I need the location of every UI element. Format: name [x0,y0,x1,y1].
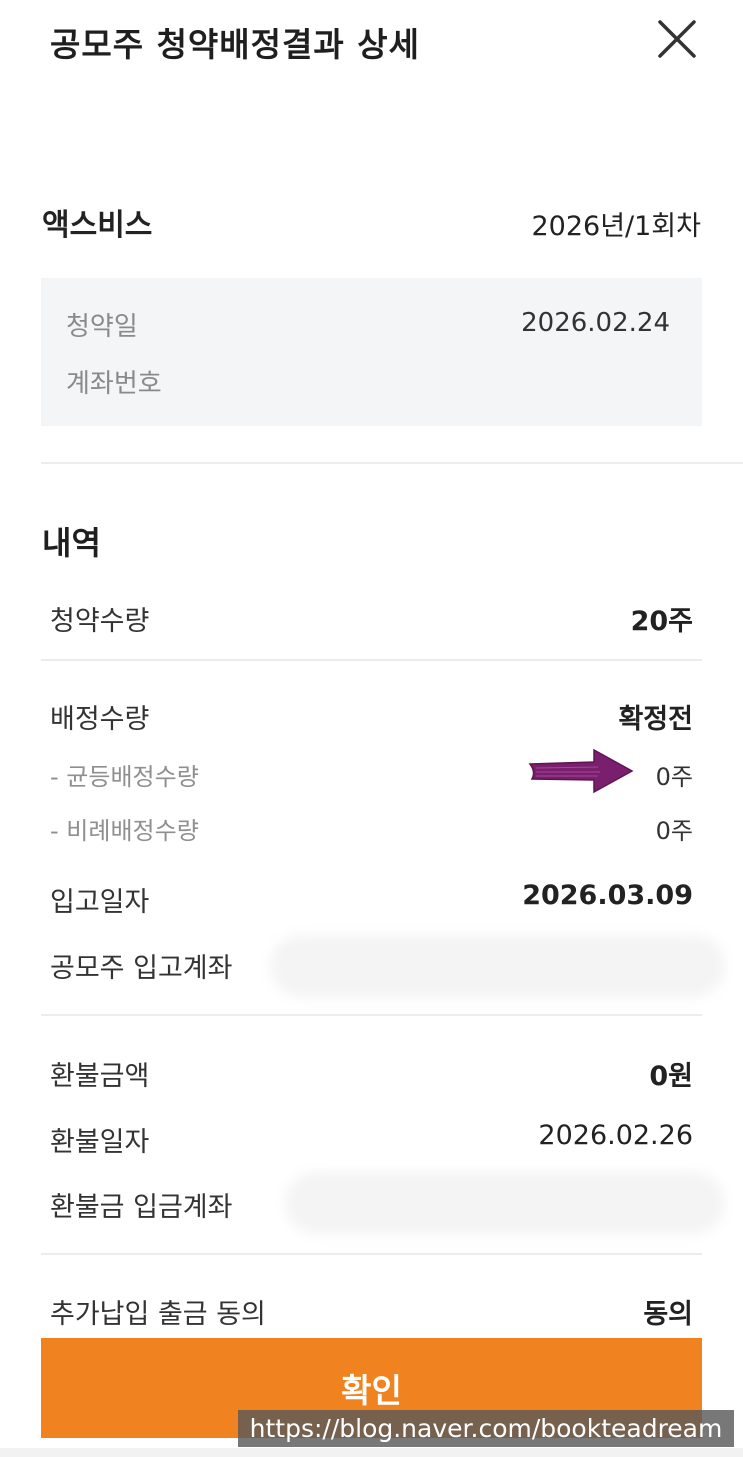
allotment-qty-value: 확정전 [618,704,693,735]
bottom-bar [0,1448,743,1457]
redacted-area [285,1172,725,1234]
row-divider [41,659,702,661]
refund-account-label: 환불금 입금계좌 [50,1192,233,1223]
equal-allotment-value: 0주 [655,763,693,791]
redacted-area [270,935,725,997]
deposit-date-value: 2026.03.09 [522,880,693,911]
subscription-date-label: 청약일 [66,312,138,342]
section-divider [41,462,743,464]
refund-date-value: 2026.02.26 [538,1120,693,1151]
arrow-annotation-icon [528,748,634,794]
details-section-title: 내역 [42,524,101,562]
account-number-label: 계좌번호 [66,369,162,399]
refund-date-label: 환불일자 [50,1127,150,1158]
close-icon [658,20,696,58]
row-divider [41,1253,702,1255]
info-box [41,278,702,426]
refund-amount-value: 0원 [649,1061,693,1092]
page-title: 공모주 청약배정결과 상세 [50,25,420,64]
stock-name: 액스비스 [42,208,153,243]
stock-round: 2026년/1회차 [531,211,701,242]
row-divider [41,1014,702,1016]
subscription-date-value: 2026.02.24 [521,308,670,338]
proportional-allotment-label: - 비례배정수량 [50,817,199,845]
blog-watermark: https://blog.naver.com/bookteadream [238,1410,734,1447]
additional-payment-label: 추가납입 출금 동의 [50,1299,266,1330]
proportional-allotment-value: 0주 [655,817,693,845]
subscription-qty-value: 20주 [630,606,693,637]
deposit-account-label: 공모주 입고계좌 [50,953,233,984]
subscription-qty-label: 청약수량 [50,606,150,637]
deposit-date-label: 입고일자 [50,887,150,918]
equal-allotment-label: - 균등배정수량 [50,763,199,791]
additional-payment-value: 동의 [643,1299,693,1330]
close-button[interactable] [656,18,698,60]
refund-amount-label: 환불금액 [50,1061,150,1092]
allotment-qty-label: 배정수량 [50,704,150,735]
